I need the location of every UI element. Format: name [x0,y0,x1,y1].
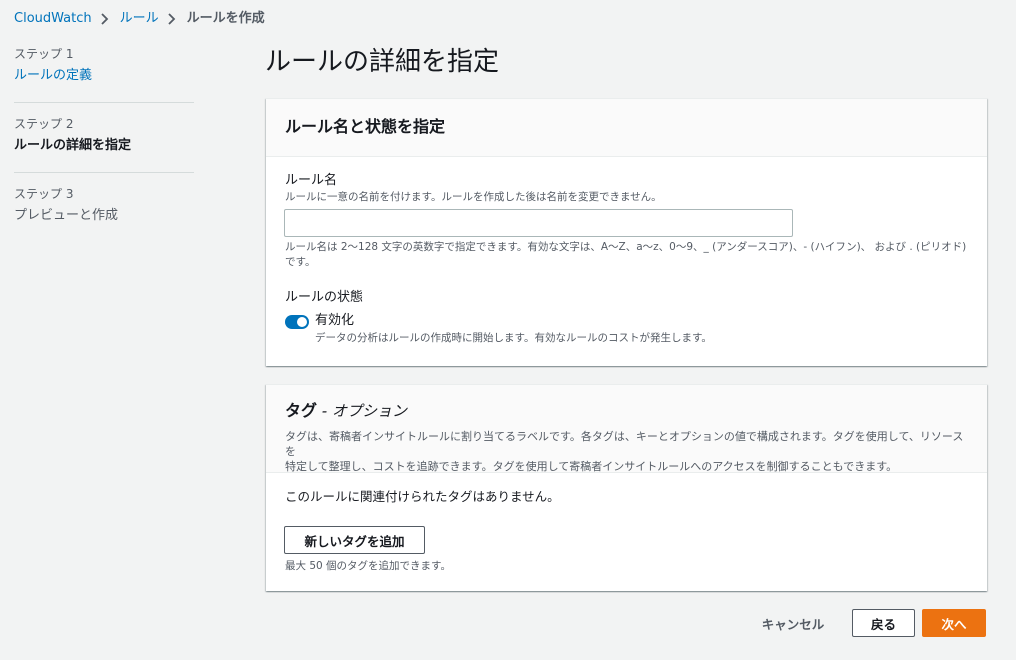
enable-toggle[interactable] [285,315,309,329]
toggle-description: データの分析はルールの作成時に開始します。有効なルールのコストが発生します。 [315,332,712,344]
panel-header: タグ - オプション タグは、寄稿者インサイトルールに割り当てるラベルです。各タ… [266,385,987,473]
step-divider [14,102,194,103]
step-label-current: ルールの詳細を指定 [14,138,132,153]
step-divider [14,172,194,173]
step-3: ステップ 3 プレビューと作成 [14,186,194,226]
panel-title: タグ - オプション [285,400,968,422]
constraint-line: ルール名は 2〜128 文字の英数字で指定できます。有効な文字は、A〜Z、a〜z… [285,241,967,253]
page-title: ルールの詳細を指定 [265,47,500,77]
rule-name-label-group: ルール名 ルールに一意の名前を付けます。ルールを作成した後は名前を変更できません… [285,172,662,204]
description-line: タグは、寄稿者インサイトルールに割り当てるラベルです。各タグは、キーとオプション… [285,430,964,458]
breadcrumb-cloudwatch[interactable]: CloudWatch [14,10,92,28]
toggle-label: 有効化 [315,313,355,328]
rule-name-description: ルールに一意の名前を付けます。ルールを作成した後は名前を変更できません。 [285,191,662,203]
chevron-right-icon [96,10,116,28]
constraint-line: です。 [285,256,316,268]
add-tag-button[interactable]: 新しいタグを追加 [284,526,425,554]
toggle-text: 有効化 データの分析はルールの作成時に開始します。有効なルールのコストが発生しま… [315,312,712,346]
back-button[interactable]: 戻る [852,609,915,637]
cancel-button[interactable]: キャンセル [755,609,831,637]
rule-name-label: ルール名 [285,173,338,188]
rule-name-input[interactable] [284,209,793,237]
rule-state-toggle-row: 有効化 データの分析はルールの作成時に開始します。有効なルールのコストが発生しま… [285,312,712,346]
rule-name-state-panel: ルール名と状態を指定 ルール名 ルールに一意の名前を付けます。ルールを作成した後… [266,98,987,366]
optional-suffix: - オプション [317,402,407,420]
panel-title: ルール名と状態を指定 [285,117,446,136]
wizard-steps: ステップ 1 ルールの定義 ステップ 2 ルールの詳細を指定 ステップ 3 プレ… [14,46,194,226]
step-number: ステップ 3 [14,187,74,201]
step-2: ステップ 2 ルールの詳細を指定 [14,116,194,156]
next-button[interactable]: 次へ [922,609,986,637]
step-1: ステップ 1 ルールの定義 [14,46,194,86]
step-number: ステップ 1 [14,47,74,61]
breadcrumb-current: ルールを作成 [186,11,265,26]
no-tags-message: このルールに関連付けられたタグはありません。 [285,489,560,504]
step-number: ステップ 2 [14,117,74,131]
app-root: CloudWatch ルール ルールを作成 ステップ 1 ルールの定義 ステップ… [0,0,1016,660]
tags-panel: タグ - オプション タグは、寄稿者インサイトルールに割り当てるラベルです。各タ… [266,384,987,591]
breadcrumb: CloudWatch ルール ルールを作成 [14,10,265,28]
rule-name-constraint: ルール名は 2〜128 文字の英数字で指定できます。有効な文字は、A〜Z、a〜z… [285,240,975,270]
tag-limit-hint: 最大 50 個のタグを追加できます。 [285,560,451,572]
tags-description: タグは、寄稿者インサイトルールに割り当てるラベルです。各タグは、キーとオプション… [285,429,968,474]
step-label-preview: プレビューと作成 [14,208,119,223]
toggle-knob [297,317,307,327]
description-line: 特定して整理し、コストを追跡できます。タグを使用して寄稿者インサイトルールへのア… [285,460,898,473]
panel-title-text: タグ [285,401,318,420]
breadcrumb-rules[interactable]: ルール [120,10,159,28]
rule-state-label: ルールの状態 [285,290,364,305]
panel-header: ルール名と状態を指定 [266,99,987,157]
step-link-define-rule[interactable]: ルールの定義 [14,66,194,86]
chevron-right-icon [163,10,183,28]
